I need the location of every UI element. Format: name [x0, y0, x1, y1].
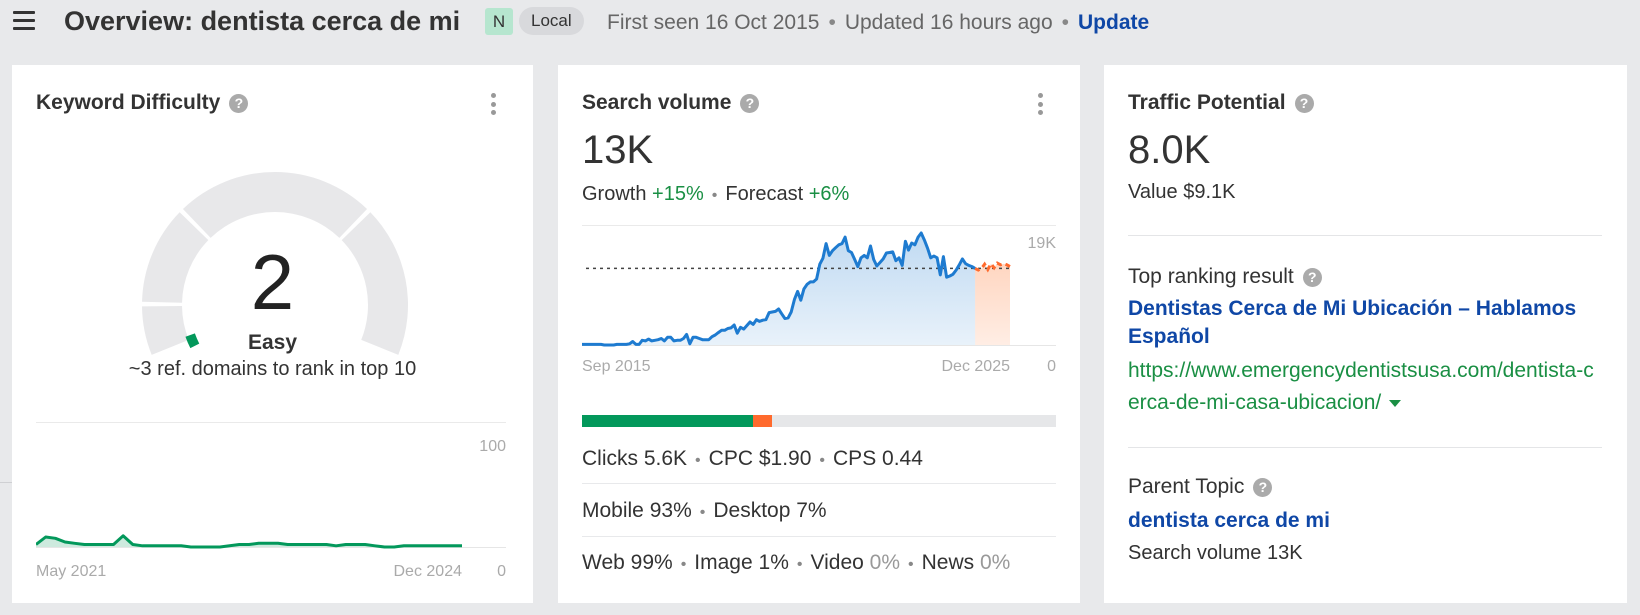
kd-subtitle: ~3 ref. domains to rank in top 10 — [128, 358, 417, 380]
video-label: Video — [810, 551, 864, 574]
top-result-label-text: Top ranking result — [1128, 265, 1294, 288]
clicks-value: 5.6K — [643, 447, 688, 470]
separator-dot: • — [819, 452, 826, 469]
keyword-meta: First seen 16 Oct 2015 • Updated 16 hours … — [607, 11, 1149, 35]
tp-title: Traffic Potential ? — [1128, 91, 1314, 115]
news-value: 0% — [980, 551, 1011, 574]
clicks-distribution-bar — [582, 415, 1056, 427]
divider — [1128, 235, 1602, 236]
mobile-value: 93% — [649, 499, 692, 522]
news-label: News — [921, 551, 975, 574]
growth-label: Growth — [582, 183, 647, 205]
device-row: Mobile 93% • Desktop 7% — [582, 499, 1056, 523]
left-edge — [0, 65, 12, 603]
cps-value: 0.44 — [882, 447, 923, 470]
clicks-row: Clicks 5.6K • CPC $1.90 • CPS 0.44 — [582, 447, 1056, 471]
clicks-label: Clicks — [582, 447, 638, 470]
parent-topic-volume: Search volume 13K — [1128, 542, 1303, 564]
help-icon[interactable]: ? — [229, 93, 249, 113]
video-value: 0% — [869, 551, 901, 574]
growth-value: +15% — [652, 183, 704, 205]
sv-title-text: Search volume — [582, 91, 732, 114]
desktop-value: 7% — [796, 499, 827, 522]
cpc-value: $1.90 — [758, 447, 812, 470]
kd-title: Keyword Difficulty ? — [36, 91, 249, 115]
gauge-segment — [182, 172, 368, 238]
intent-badge: N — [485, 8, 513, 35]
search-volume-card: Search volume ? 13K Growth +15% • Forecast… — [558, 65, 1080, 603]
page-header: Overview: dentista cerca de mi N Local F… — [0, 0, 1640, 46]
divider — [1128, 447, 1602, 448]
local-badge: Local — [519, 7, 584, 35]
x-tick-label: Sep 2015 — [582, 358, 651, 375]
y-tick-label: 0 — [497, 563, 506, 580]
mobile-label: Mobile — [582, 499, 644, 522]
image-label: Image — [694, 551, 753, 574]
divider — [582, 536, 1056, 537]
separator-dot: • — [1061, 11, 1069, 34]
separator-dot: • — [828, 11, 836, 34]
top-result-title-link[interactable]: Dentistas Cerca de Mi Ubicación – Hablam… — [1128, 295, 1598, 351]
kd-title-text: Keyword Difficulty — [36, 91, 221, 114]
y-tick-label: 0 — [1047, 358, 1056, 375]
x-tick-label: Dec 2024 — [394, 563, 463, 580]
x-tick-label: Dec 2025 — [942, 358, 1011, 375]
first-seen-text: First seen 16 Oct 2015 — [607, 11, 820, 34]
sv-value: 13K — [582, 128, 654, 172]
y-tick-label: 19K — [1028, 235, 1056, 252]
menu-icon[interactable] — [13, 11, 35, 30]
sv-area — [582, 233, 976, 345]
parent-topic-link[interactable]: dentista cerca de mi — [1128, 507, 1598, 535]
separator-dot: • — [796, 556, 803, 573]
forecast-area — [975, 263, 1010, 345]
tp-title-text: Traffic Potential — [1128, 91, 1286, 114]
web-label: Web — [582, 551, 625, 574]
tp-traffic-value: Value $9.1K — [1128, 181, 1236, 203]
separator-dot: • — [699, 504, 706, 521]
separator-dot: • — [695, 452, 701, 469]
sv-growth-row: Growth +15% • Forecast +6% — [582, 183, 849, 206]
help-icon[interactable]: ? — [1302, 267, 1322, 287]
parent-topic-label: Parent Topic ? — [1128, 475, 1273, 499]
kd-value: 2 — [250, 238, 295, 326]
traffic-potential-card: Traffic Potential ? 8.0K Value $9.1K Top… — [1104, 65, 1627, 603]
help-icon[interactable]: ? — [1294, 93, 1314, 113]
tp-value: 8.0K — [1128, 128, 1211, 172]
kd-history-chart: 100 0 May 2021 Dec 2024 — [36, 422, 506, 580]
parent-topic-label-text: Parent Topic — [1128, 475, 1245, 498]
top-result-label: Top ranking result ? — [1128, 265, 1322, 289]
top-result-url-link[interactable]: https://www.emergencydentistsusa.com/den… — [1128, 359, 1594, 414]
kd-more-icon[interactable] — [488, 93, 498, 115]
kd-label: Easy — [247, 331, 298, 354]
sv-history-chart: 19K 0 Sep 2015 Dec 2025 — [582, 225, 1056, 375]
kd-line — [36, 534, 462, 549]
sv-title: Search volume ? — [582, 91, 760, 115]
divider — [0, 482, 12, 483]
paid-clicks-segment — [752, 415, 772, 427]
serp-features-row: Web 99% • Image 1% • Video 0% • News 0% — [582, 551, 1056, 575]
cpc-label: CPC — [708, 447, 753, 470]
desktop-label: Desktop — [713, 499, 791, 522]
web-value: 99% — [630, 551, 673, 574]
organic-clicks-segment — [582, 415, 753, 427]
help-icon[interactable]: ? — [1253, 477, 1273, 497]
update-link[interactable]: Update — [1078, 11, 1149, 34]
separator-dot: • — [680, 556, 687, 573]
x-tick-label: May 2021 — [36, 563, 106, 580]
image-value: 1% — [758, 551, 789, 574]
cps-label: CPS — [833, 447, 877, 470]
forecast-value: +6% — [808, 183, 850, 205]
divider — [582, 483, 1056, 484]
separator-dot: • — [908, 556, 914, 573]
page-title: Overview: dentista cerca de mi — [64, 6, 461, 36]
top-result-url: https://www.emergencydentistsusa.com/den… — [1128, 355, 1598, 419]
caret-down-icon[interactable] — [1389, 399, 1402, 407]
forecast-label: Forecast — [725, 183, 804, 205]
sv-more-icon[interactable] — [1035, 93, 1045, 115]
y-tick-label: 100 — [479, 438, 506, 455]
help-icon[interactable]: ? — [740, 93, 760, 113]
updated-text: Updated 16 hours ago — [844, 11, 1053, 34]
separator-dot: • — [711, 187, 718, 204]
keyword-difficulty-card: Keyword Difficulty ? 2 Easy ~3 ref. doma… — [12, 65, 533, 603]
